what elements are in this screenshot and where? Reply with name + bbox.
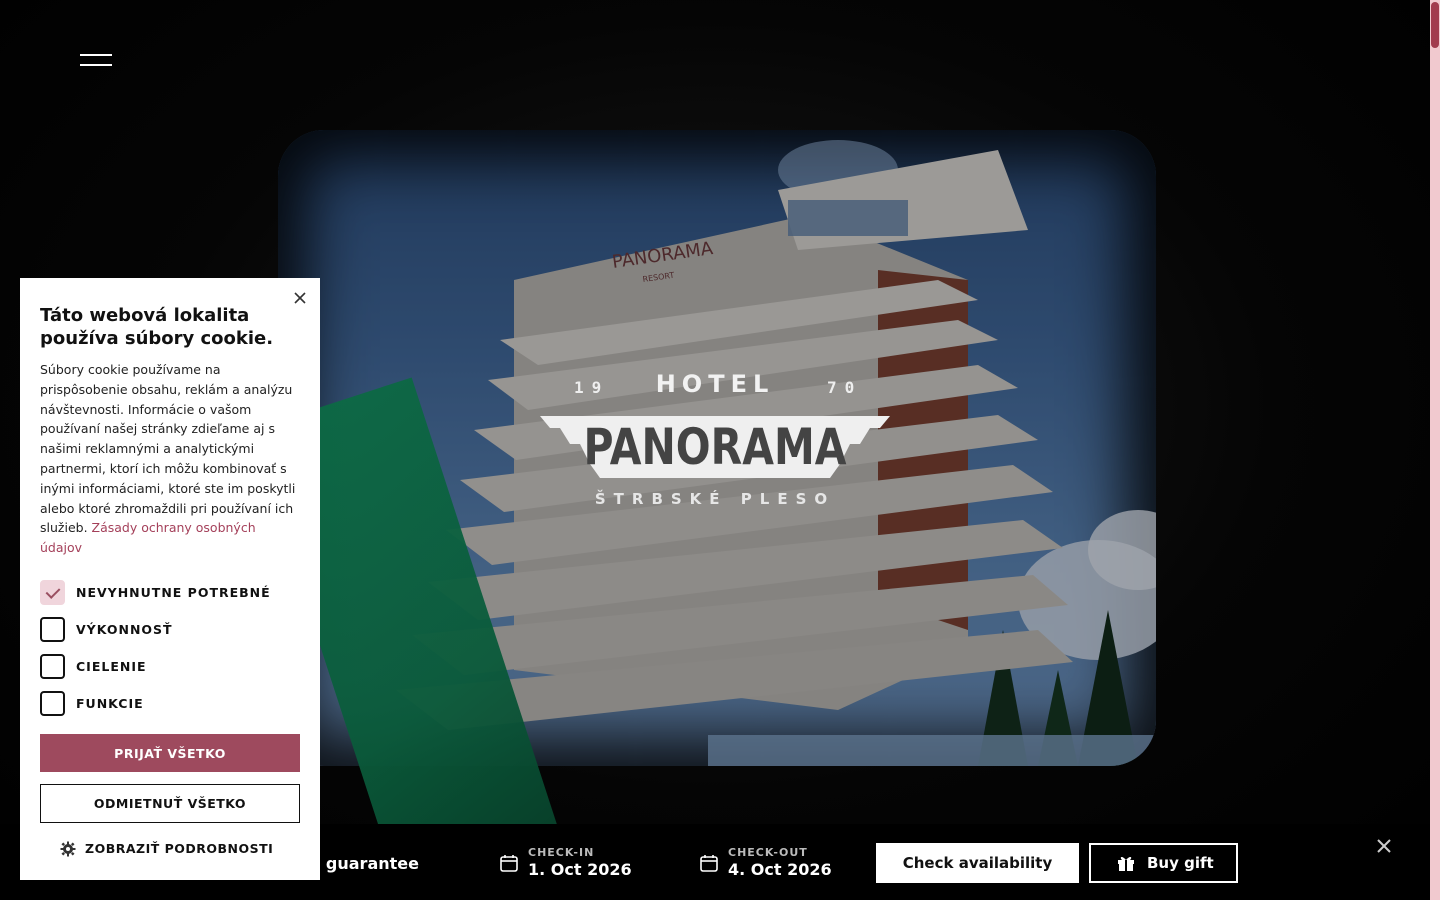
logo-name: PANORAMA (583, 418, 847, 476)
accept-all-button[interactable]: PRIJAŤ VŠETKO (40, 734, 300, 772)
cookie-options: NEVYHNUTNE POTREBNÉ VÝKONNOSŤ CIELENIE F… (40, 579, 300, 728)
cookie-title: Táto webová lokalita používa súbory cook… (40, 305, 274, 349)
logo-place: ŠTRBSKÉ PLESO (594, 490, 836, 508)
close-icon[interactable] (292, 290, 308, 306)
cookie-option-functionality[interactable]: FUNKCIE (40, 690, 300, 728)
cookie-description: Súbory cookie používame na prispôsobenie… (40, 360, 300, 558)
option-label: FUNKCIE (76, 695, 144, 711)
menu-line (80, 64, 112, 66)
gear-icon (60, 841, 76, 857)
checkbox-targeting[interactable] (40, 653, 65, 679)
checkout-value: 4. Oct 2026 (728, 860, 832, 879)
checkbox-functionality[interactable] (40, 690, 65, 716)
hamburger-menu-icon[interactable] (80, 54, 112, 68)
cookie-option-necessary[interactable]: NEVYHNUTNE POTREBNÉ (40, 579, 300, 617)
checkin-field[interactable]: CHECK-IN 1. Oct 2026 (500, 844, 660, 884)
cookie-text: Súbory cookie používame na prispôsobenie… (40, 362, 296, 536)
checkbox-necessary[interactable] (40, 579, 65, 605)
checkout-label: CHECK-OUT (728, 846, 808, 859)
cookie-option-performance[interactable]: VÝKONNOSŤ (40, 616, 300, 654)
scrollbar-thumb[interactable] (1431, 2, 1439, 48)
calendar-icon (500, 855, 518, 872)
calendar-icon (700, 855, 718, 872)
show-details-label: ZOBRAZIŤ PODROBNOSTI (85, 841, 274, 856)
logo-year-right: 70 (827, 378, 863, 397)
checkin-label: CHECK-IN (528, 846, 595, 859)
check-availability-button[interactable]: Check availability (876, 843, 1079, 883)
gift-icon (1118, 856, 1134, 871)
checkin-value: 1. Oct 2026 (528, 860, 632, 879)
checkout-field[interactable]: CHECK-OUT 4. Oct 2026 (700, 844, 860, 884)
option-label: CIELENIE (76, 658, 147, 674)
menu-line (80, 54, 112, 56)
checkbox-performance[interactable] (40, 616, 65, 642)
reject-all-button[interactable]: ODMIETNUŤ VŠETKO (40, 784, 300, 823)
close-icon[interactable] (1374, 836, 1394, 856)
logo-year-left: 19 (574, 378, 610, 397)
scrollbar[interactable] (1430, 0, 1440, 900)
hotel-logo: 19 HOTEL 70 PANORAMA ŠTRBSKÉ PLESO (540, 370, 890, 520)
logo-hotel-word: HOTEL (655, 370, 775, 398)
option-label: NEVYHNUTNE POTREBNÉ (76, 584, 271, 600)
buy-gift-button[interactable]: Buy gift (1089, 843, 1238, 883)
option-label: VÝKONNOSŤ (76, 621, 173, 637)
cookie-consent-panel: Táto webová lokalita používa súbory cook… (20, 278, 320, 880)
buy-gift-label: Buy gift (1147, 854, 1214, 872)
cookie-option-targeting[interactable]: CIELENIE (40, 653, 300, 691)
